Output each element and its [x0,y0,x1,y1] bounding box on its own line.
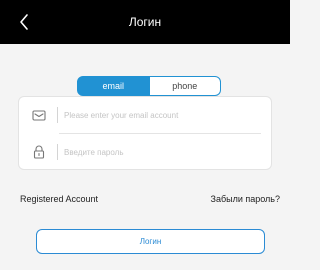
password-separator [57,144,58,160]
password-field[interactable] [64,143,264,161]
tab-email[interactable]: email [77,76,150,96]
envelope-icon [32,110,46,121]
register-link[interactable]: Registered Account [20,193,98,205]
password-row [19,134,271,170]
lock-icon [33,145,45,159]
login-form [18,96,272,170]
login-button[interactable]: Логин [36,229,265,254]
email-field[interactable] [64,106,264,124]
tab-phone[interactable]: phone [149,76,221,96]
email-separator [57,107,58,123]
login-method-tabs: email phone [77,76,221,96]
email-row [19,97,271,133]
forgot-password-link[interactable]: Забыли пароль? [211,193,280,205]
top-nav-bar: Логин [0,0,290,44]
page-title: Логин [128,15,162,29]
